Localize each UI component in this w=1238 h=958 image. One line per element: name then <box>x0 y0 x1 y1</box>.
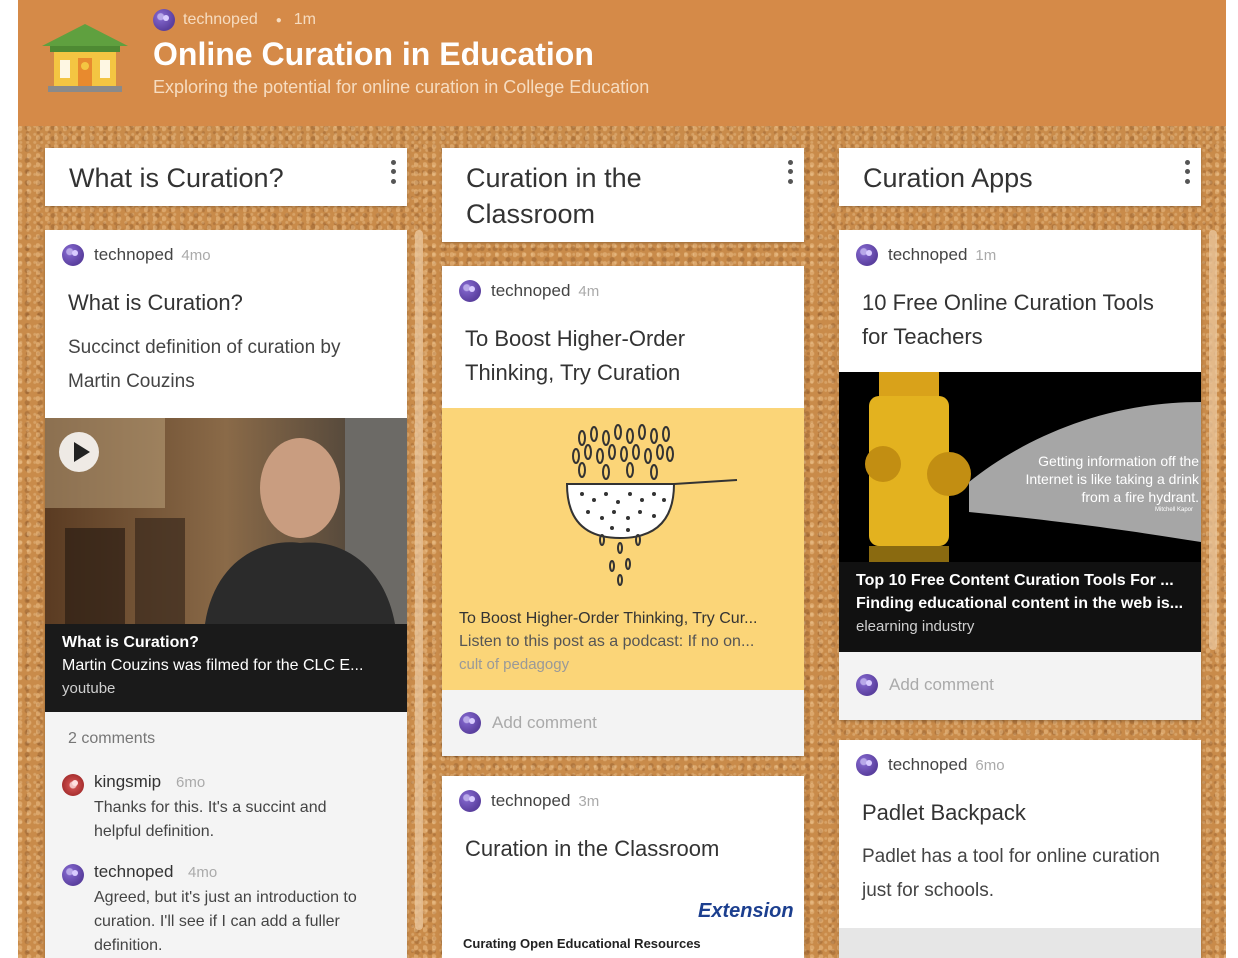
video-frame-image <box>45 418 407 624</box>
author-avatar[interactable] <box>459 790 481 812</box>
separator-dot-icon: ● <box>275 14 282 26</box>
link-preview[interactable]: Top 10 Free Content Curation Tools For .… <box>839 562 1201 652</box>
post-title: What is Curation? <box>68 290 243 315</box>
comment-time: 4mo <box>188 864 218 881</box>
comment-time: 6mo <box>176 774 206 791</box>
column-title: Curation Apps <box>863 163 1033 193</box>
post-title: Curation in the Classroom <box>465 836 720 861</box>
link-description: Listen to this post as a podcast: If no … <box>459 633 755 650</box>
author-avatar[interactable] <box>459 280 481 302</box>
post-time: 3m <box>578 792 600 810</box>
post-meta: technoped 4m <box>459 280 599 302</box>
column-scrollbar[interactable] <box>1209 230 1217 650</box>
column-curation-apps: Curation Apps technoped 1m 10 Free Onlin… <box>839 148 1217 958</box>
post-time: 4mo <box>181 246 211 264</box>
post-card[interactable]: technoped 3m Curation in the Classroom E… <box>442 776 804 958</box>
padlet-board: technoped ● 1m Online Curation in Educat… <box>18 0 1226 958</box>
board-title: Online Curation in Education <box>153 36 594 72</box>
comment-author[interactable]: technoped <box>94 862 173 882</box>
author-avatar[interactable] <box>62 244 84 266</box>
post-meta: technoped 1m <box>856 244 996 266</box>
header-author[interactable]: technoped <box>183 11 258 29</box>
more-options-icon[interactable] <box>784 158 796 186</box>
extension-logo: Extension <box>698 900 794 922</box>
comments-section: 2 comments kingsmip 6mo Thanks for this.… <box>45 712 407 958</box>
comment-text: Thanks for this. It's a succint and help… <box>94 799 327 840</box>
add-comment-input[interactable]: Add comment <box>889 675 994 695</box>
column-header: Curation Apps <box>839 148 1201 206</box>
author-avatar[interactable] <box>856 244 878 266</box>
column-scrollbar[interactable] <box>415 230 423 930</box>
column-curation-in-classroom: Curation in the Classroom technoped 4m T… <box>442 148 804 958</box>
post-card[interactable]: technoped 6mo Padlet Backpack Padlet has… <box>839 740 1201 958</box>
play-icon[interactable] <box>59 432 99 472</box>
post-author[interactable]: technoped <box>94 245 173 265</box>
post-title: 10 Free Online Curation Tools for Teache… <box>862 290 1154 349</box>
image-quote-author: Mitchell Kapor <box>1154 507 1193 513</box>
board-subtitle: Exploring the potential for online curat… <box>153 77 650 97</box>
post-author[interactable]: technoped <box>491 281 570 301</box>
header-time: 1m <box>293 11 317 28</box>
post-author[interactable]: technoped <box>888 755 967 775</box>
more-options-icon[interactable] <box>1181 158 1193 186</box>
column-header: What is Curation? <box>45 148 407 206</box>
column-what-is-curation: What is Curation? technoped 4mo What is … <box>45 148 423 958</box>
post-title: Padlet Backpack <box>862 800 1026 825</box>
post-title: To Boost Higher-Order Thinking, Try Cura… <box>465 326 686 385</box>
image-quote: Getting information off the Internet is … <box>1025 453 1199 505</box>
author-avatar[interactable] <box>856 754 878 776</box>
column-header: Curation in the Classroom <box>442 148 804 242</box>
add-comment-row[interactable]: Add comment <box>839 652 1201 720</box>
image-caption: Curating Open Educational Resources <box>463 936 701 951</box>
post-author[interactable]: technoped <box>491 791 570 811</box>
more-options-icon[interactable] <box>387 158 399 186</box>
video-thumbnail[interactable] <box>45 418 407 624</box>
link-preview[interactable]: To Boost Higher-Order Thinking, Try Cur.… <box>442 408 804 690</box>
column-title: What is Curation? <box>69 163 284 193</box>
user-avatar <box>856 674 878 696</box>
post-time: 1m <box>975 246 997 264</box>
column-title: Curation in the Classroom <box>466 163 642 229</box>
user-avatar <box>459 712 481 734</box>
link-title: Top 10 Free Content Curation Tools For .… <box>856 572 1174 589</box>
link-source: cult of pedagogy <box>459 656 570 673</box>
sieve-illustration <box>565 424 738 586</box>
fire-hydrant-image[interactable]: Getting information off the Internet is … <box>839 372 1201 562</box>
comment-text: Agreed, but it's just an introduction to… <box>94 889 357 954</box>
post-time: 6mo <box>975 756 1005 774</box>
link-title: What is Curation? <box>62 634 199 651</box>
post-meta: technoped 3m <box>459 790 599 812</box>
post-body: Padlet has a tool for online curation ju… <box>862 846 1160 901</box>
link-preview[interactable]: What is Curation? Martin Couzins was fil… <box>45 624 407 712</box>
board-header: technoped ● 1m Online Curation in Educat… <box>18 0 1226 126</box>
link-source: youtube <box>62 680 116 697</box>
post-body: Succinct definition of curation by Marti… <box>68 337 341 392</box>
comment-author[interactable]: kingsmip <box>94 772 161 792</box>
link-description: Martin Couzins was filmed for the CLC E.… <box>62 657 364 674</box>
post-card[interactable]: technoped 1m 10 Free Online Curation Too… <box>839 230 1201 720</box>
link-title: To Boost Higher-Order Thinking, Try Cur.… <box>459 610 758 627</box>
author-avatar[interactable] <box>153 9 175 31</box>
link-description: Finding educational content in the web i… <box>856 595 1184 612</box>
link-preview-placeholder <box>839 928 1201 958</box>
add-comment-row[interactable]: Add comment <box>442 690 804 756</box>
post-card[interactable]: technoped 4mo What is Curation? Succinct… <box>45 230 407 958</box>
add-comment-input[interactable]: Add comment <box>492 713 597 733</box>
post-card[interactable]: technoped 4m To Boost Higher-Order Think… <box>442 266 804 756</box>
schoolhouse-icon <box>42 24 128 92</box>
post-author[interactable]: technoped <box>888 245 967 265</box>
commenter-avatar[interactable] <box>62 864 84 886</box>
header-meta: technoped ● 1m <box>153 9 316 31</box>
link-source: elearning industry <box>856 618 975 635</box>
post-time: 4m <box>578 282 600 300</box>
comments-count[interactable]: 2 comments <box>68 730 155 748</box>
post-meta: technoped 4mo <box>62 244 211 266</box>
commenter-avatar[interactable] <box>62 774 84 796</box>
post-meta: technoped 6mo <box>856 754 1005 776</box>
